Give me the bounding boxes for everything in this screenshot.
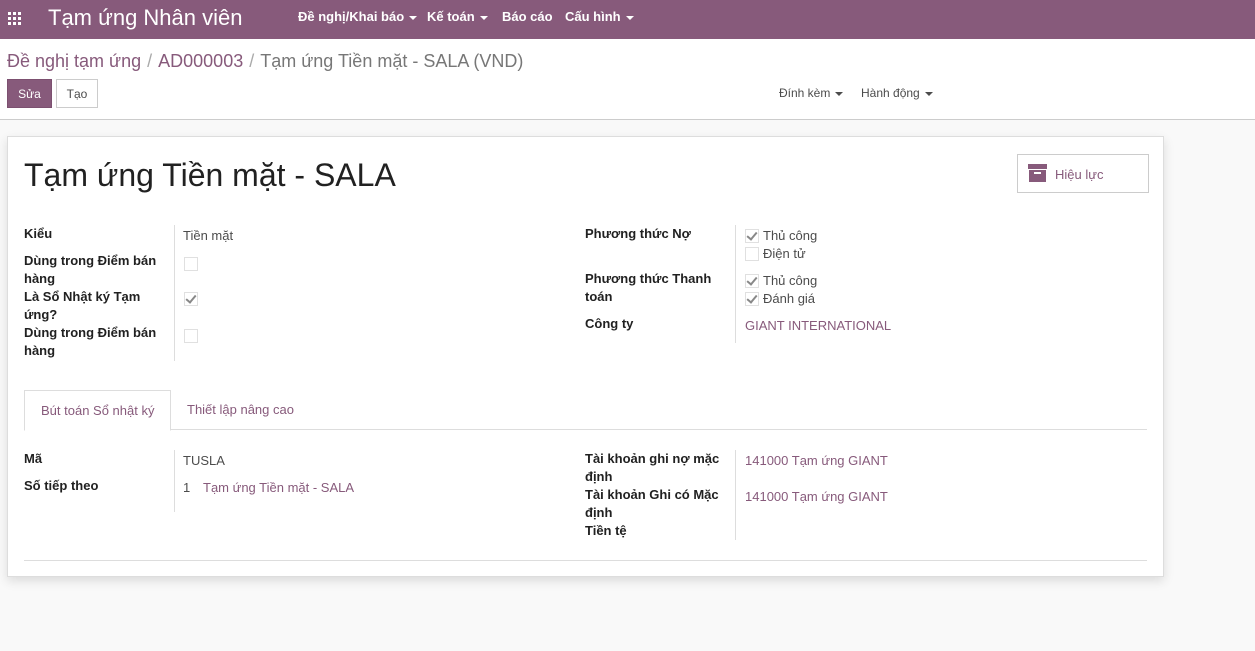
control-panel: Đề nghị tạm ứng / AD000003/Tạm ứng Tiền mặ… — [0, 39, 1255, 120]
chevron-down-icon — [479, 15, 488, 20]
code-label: Mã — [24, 451, 43, 466]
create-button[interactable]: Tạo — [56, 79, 98, 108]
notebook-tabs: Bút toán Sổ nhật ký Thiết lập nâng cao — [24, 390, 1147, 431]
apps-grid-icon[interactable] — [8, 12, 21, 25]
pos-checkbox-2[interactable] — [184, 329, 198, 343]
tab-advanced-settings[interactable]: Thiết lập nâng cao — [171, 390, 310, 431]
next-number-label: Số tiếp theo — [24, 478, 99, 493]
debit-account-label: Tài khoản ghi nợ mặc định — [585, 451, 720, 484]
payment-manual-checkbox[interactable] — [745, 274, 759, 288]
payment-evaluate-checkbox[interactable] — [745, 292, 759, 306]
breadcrumb-current: Tạm ứng Tiền mặt - SALA (VND) — [260, 51, 524, 71]
pos-label-2: Dùng trong Điểm bán hàng — [24, 325, 157, 358]
type-label: Kiểu — [24, 226, 53, 241]
edit-button[interactable]: Sửa — [7, 79, 52, 108]
chevron-down-icon — [625, 15, 634, 20]
top-navbar: Tạm ứng Nhân viên Đề nghị/Khai báo Kế to… — [0, 0, 1255, 39]
debit-electronic-label: Điện tử — [763, 246, 806, 261]
menu-accounting[interactable]: Kế toán — [427, 9, 488, 24]
breadcrumb-advance-requests[interactable]: Đề nghị tạm ứng — [7, 51, 141, 71]
attachment-dropdown[interactable]: Đính kèm — [779, 86, 844, 100]
menu-reports[interactable]: Báo cáo — [502, 9, 553, 24]
credit-account-link[interactable]: 141000 Tạm ứng GIANT — [745, 488, 888, 506]
breadcrumb: Đề nghị tạm ứng / AD000003/Tạm ứng Tiền mặ… — [7, 51, 524, 71]
debit-manual-label: Thủ công — [763, 228, 818, 243]
debit-electronic-checkbox[interactable] — [745, 247, 759, 261]
divider — [174, 450, 175, 512]
company-label: Công ty — [585, 316, 634, 331]
debit-manual-checkbox[interactable] — [745, 229, 759, 243]
form-sheet: Tạm ứng Tiền mặt - SALA Hiệu lực Kiểu Ti… — [7, 136, 1164, 577]
breadcrumb-record[interactable]: AD000003 — [158, 51, 243, 71]
chevron-down-icon — [409, 15, 418, 20]
next-number-value: 1 — [183, 480, 191, 495]
code-value: TUSLA — [183, 453, 225, 468]
action-dropdown[interactable]: Hành động — [861, 86, 933, 100]
payment-method-label: Phương thức Thanh toán — [585, 271, 712, 304]
chevron-down-icon — [924, 91, 933, 96]
menu-requests[interactable]: Đề nghị/Khai báo — [298, 9, 418, 24]
chevron-down-icon — [835, 91, 844, 96]
archive-icon — [1028, 164, 1047, 182]
advance-journal-label: Là Sổ Nhật ký Tạm ứng? — [24, 289, 141, 322]
debit-method-label: Phương thức Nợ — [585, 226, 691, 241]
divider — [735, 225, 736, 343]
pos-label-1: Dùng trong Điểm bán hàng — [24, 253, 157, 286]
type-value: Tiền mặt — [183, 228, 234, 243]
payment-evaluate-label: Đánh giá — [763, 291, 816, 306]
advance-journal-checkbox[interactable] — [184, 292, 198, 306]
company-link[interactable]: GIANT INTERNATIONAL — [745, 317, 891, 335]
sequence-link[interactable]: Tạm ứng Tiền mặt - SALA — [203, 479, 354, 497]
tab-journal-entries[interactable]: Bút toán Sổ nhật ký — [24, 390, 172, 431]
debit-account-link[interactable]: 141000 Tạm ứng GIANT — [745, 452, 888, 470]
divider — [735, 450, 736, 540]
payment-manual-label: Thủ công — [763, 273, 818, 288]
menu-configuration[interactable]: Cấu hình — [565, 9, 634, 24]
pos-checkbox-1[interactable] — [184, 257, 198, 271]
credit-account-label: Tài khoản Ghi có Mặc định — [585, 487, 719, 520]
currency-label: Tiền tệ — [585, 523, 627, 538]
active-toggle-button[interactable]: Hiệu lực — [1017, 154, 1149, 193]
record-title: Tạm ứng Tiền mặt - SALA — [24, 157, 396, 193]
divider — [174, 225, 175, 361]
separator — [24, 560, 1147, 561]
app-brand: Tạm ứng Nhân viên — [48, 5, 243, 30]
